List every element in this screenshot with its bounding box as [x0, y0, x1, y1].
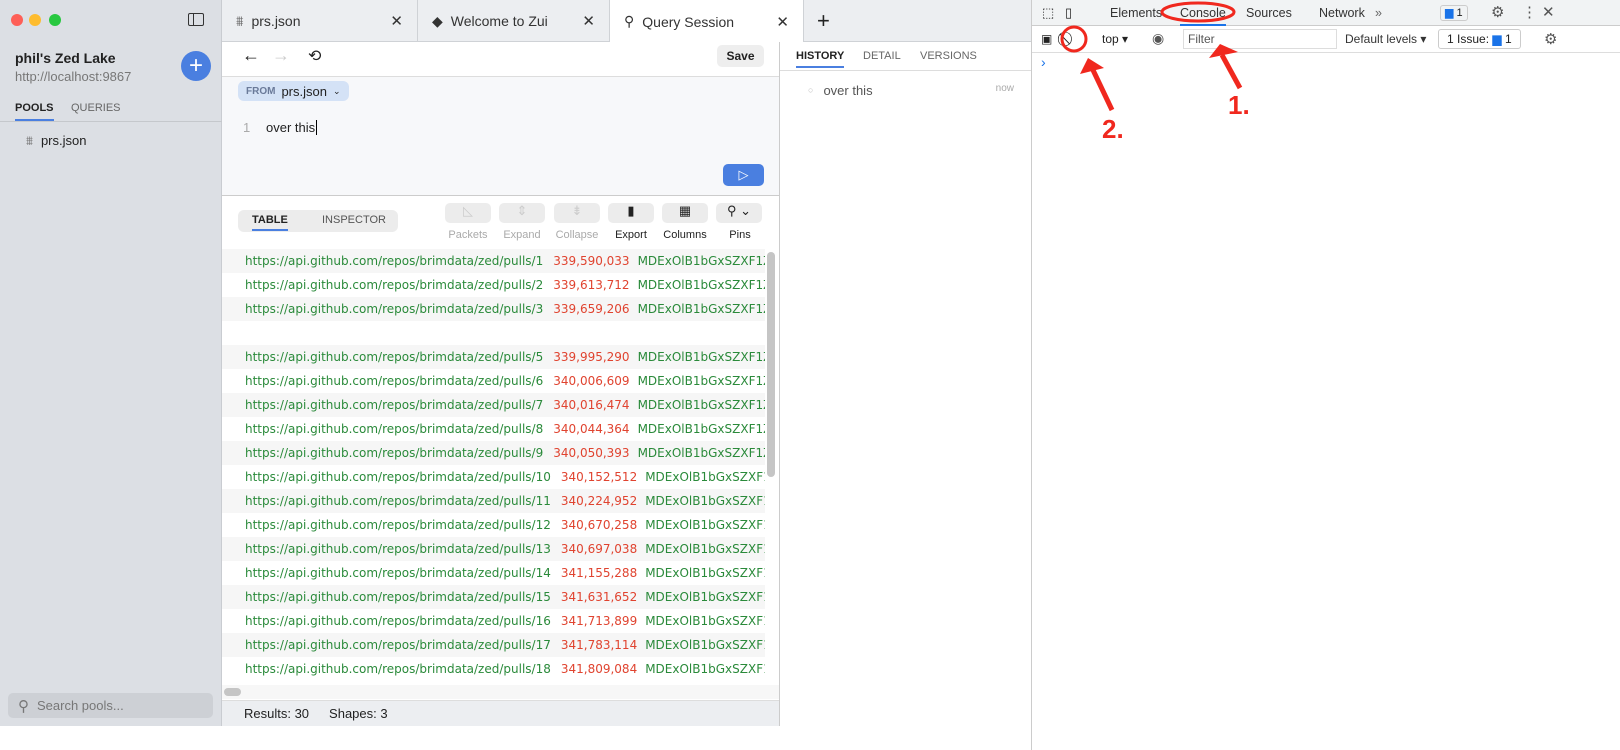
annotation-label-1: 1. — [1228, 90, 1250, 120]
arrow-1 — [1219, 53, 1243, 90]
annotation-label-2: 2. — [1102, 114, 1124, 144]
console-highlight-ellipse — [1160, 1, 1236, 23]
clear-highlight-circle — [1060, 25, 1088, 53]
annotation-overlay: 1. 2. — [1060, 1, 1250, 144]
arrow-2 — [1090, 68, 1115, 112]
